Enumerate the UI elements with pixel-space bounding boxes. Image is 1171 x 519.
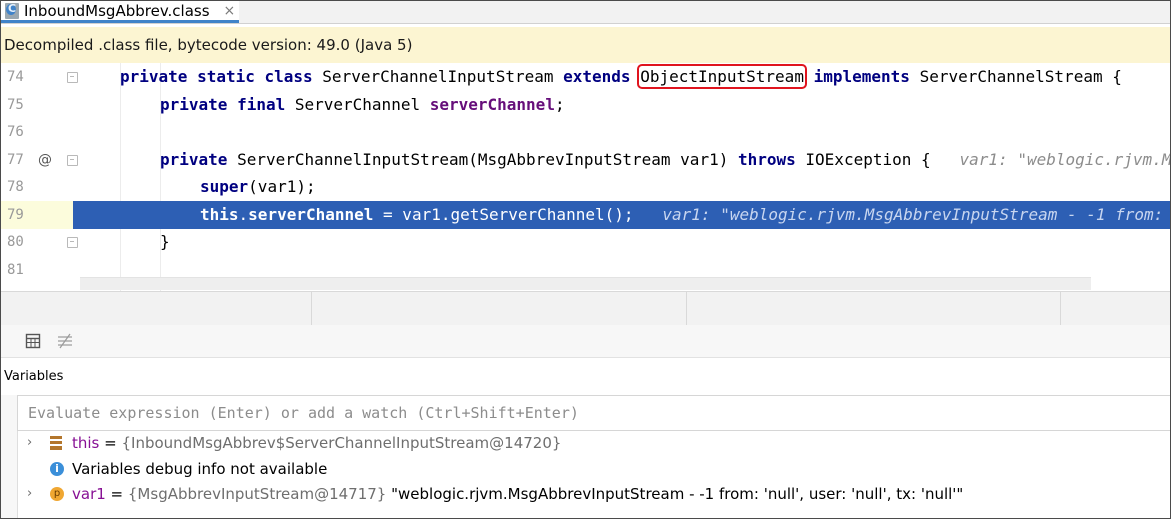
code-token: implements [813, 67, 920, 86]
code-line[interactable]: 76 [1, 118, 1170, 146]
override-marker-icon[interactable]: @ [38, 146, 52, 174]
tab-inboundmsgabbrev[interactable]: C InboundMsgAbbrev.class × [1, 1, 239, 23]
close-tab-icon[interactable]: × [224, 3, 236, 19]
code-token: ServerChannelInputStream(MsgAbbrevInputS… [237, 149, 738, 169]
code-token: throws [737, 149, 806, 169]
line-number[interactable]: 81 [7, 256, 37, 284]
fold-toggle-icon[interactable] [67, 72, 78, 83]
chevron-right-icon[interactable]: › [27, 486, 32, 501]
line-number[interactable]: 74 [7, 63, 37, 91]
code-token: IOException { [805, 149, 960, 169]
variable-text: var1 = {MsgAbbrevInputStream@14717} "web… [72, 485, 963, 503]
code-text: } [160, 228, 170, 256]
variable-value: {MsgAbbrevInputStream@14717} [127, 484, 387, 503]
code-token: serverChannel [248, 204, 374, 224]
code-line[interactable]: 77 @ private ServerChannelInputStream(MsgA… [1, 146, 1171, 174]
code-text: private static class ServerChannelInputS… [120, 63, 1122, 91]
code-token: serverChannel [429, 94, 555, 114]
code-text: this.serverChannel = var1.getServerChann… [200, 201, 1170, 229]
line-number[interactable]: 80 [7, 228, 37, 256]
parameter-icon: p [50, 486, 64, 501]
code-token: private static class [120, 67, 323, 86]
variable-text: Variables debug info not available [72, 460, 327, 478]
line-number[interactable]: 79 [7, 201, 37, 229]
variables-side-strip [1, 395, 18, 518]
inline-debug-hint: var1: "weblogic.rjvm.MsgAbbrevInputStrea… [959, 149, 1171, 169]
code-line[interactable]: 74 private static class ServerChannelInpu… [1, 63, 1170, 91]
variables-panel-header: Variables [1, 357, 1170, 394]
evaluate-expression-input[interactable] [26, 400, 1130, 426]
variable-value: Variables debug info not available [72, 459, 328, 478]
restore-layout-icon[interactable] [57, 333, 73, 349]
chevron-right-icon[interactable]: › [27, 435, 32, 450]
code-text: super(var1); [200, 173, 316, 201]
variable-text: this = {InboundMsgAbbrev$ServerChannelIn… [72, 434, 561, 452]
code-line[interactable]: 81 [1, 256, 1170, 284]
code-text: private ServerChannelInputStream(MsgAbbr… [160, 146, 1171, 174]
code-token: } [160, 232, 170, 251]
code-token: ServerChannel [294, 94, 430, 114]
code-editor[interactable]: 74 private static class ServerChannelInpu… [1, 63, 1171, 291]
ide-window: C InboundMsgAbbrev.class × Decompiled .c… [0, 0, 1171, 519]
code-token: (var1); [248, 177, 316, 196]
code-token: super [200, 177, 249, 196]
table-view-icon[interactable] [25, 333, 41, 349]
code-token: . [238, 204, 249, 224]
code-text: private final ServerChannel serverChanne… [160, 91, 565, 119]
code-token: extends [563, 67, 641, 86]
code-token: private [160, 149, 238, 169]
banner-text: Decompiled .class file, bytecode version… [4, 36, 413, 54]
variable-name: var1 [72, 484, 106, 503]
decompiled-banner: Decompiled .class file, bytecode version… [1, 27, 1170, 64]
class-file-icon: C [5, 2, 19, 19]
line-number[interactable]: 76 [7, 118, 37, 146]
line-number[interactable]: 75 [7, 91, 37, 119]
fold-toggle-icon[interactable] [67, 237, 78, 248]
variable-tostring: "weblogic.rjvm.MsgAbbrevInputStream - -1… [386, 484, 964, 503]
code-token: = var1.getServerChannel(); [373, 204, 663, 224]
debugger-frames-bar [1, 291, 1170, 326]
highlighted-class-name: ObjectInputStream [637, 64, 807, 89]
code-line-current[interactable]: 79 this.serverChannel = var1.getServerCha… [1, 200, 1170, 229]
variable-equals: = [99, 433, 122, 452]
watch-expression-bar[interactable] [17, 395, 1170, 431]
inline-debug-hint: var1: "weblogic.rjvm.MsgAbbrevInputStrea… [662, 204, 1164, 224]
code-token: ; [554, 94, 565, 114]
variable-equals: = [105, 484, 128, 503]
code-token: ServerChannelStream { [919, 67, 1122, 86]
variable-row[interactable]: › this = {InboundMsgAbbrev$ServerChannelI… [17, 430, 1170, 455]
info-icon: i [50, 461, 64, 476]
tab-title: InboundMsgAbbrev.class [24, 1, 210, 20]
variable-row[interactable]: › p var1 = {MsgAbbrevInputStream@14717} "w… [17, 481, 1170, 506]
debugger-toolbar [1, 325, 1170, 357]
field-icon [50, 435, 62, 450]
code-token: this [200, 204, 239, 224]
variable-name: this [72, 433, 100, 452]
code-line[interactable]: 78 super(var1); [1, 173, 1170, 201]
line-number[interactable]: 77 [7, 146, 37, 174]
fold-toggle-icon[interactable] [67, 154, 78, 166]
code-line[interactable]: 80} [1, 228, 1170, 256]
variable-value: {InboundMsgAbbrev$ServerChannelInputStre… [121, 433, 562, 452]
code-token: private final [160, 94, 295, 114]
code-line[interactable]: 75 private final ServerChannel serverChan… [1, 91, 1170, 119]
line-number[interactable]: 78 [7, 173, 37, 201]
code-token: ServerChannelInputStream [322, 67, 564, 86]
editor-tab-bar: C InboundMsgAbbrev.class × [1, 1, 1170, 24]
variable-row[interactable]: i Variables debug info not available [17, 456, 1170, 481]
variables-title: Variables [4, 369, 64, 384]
